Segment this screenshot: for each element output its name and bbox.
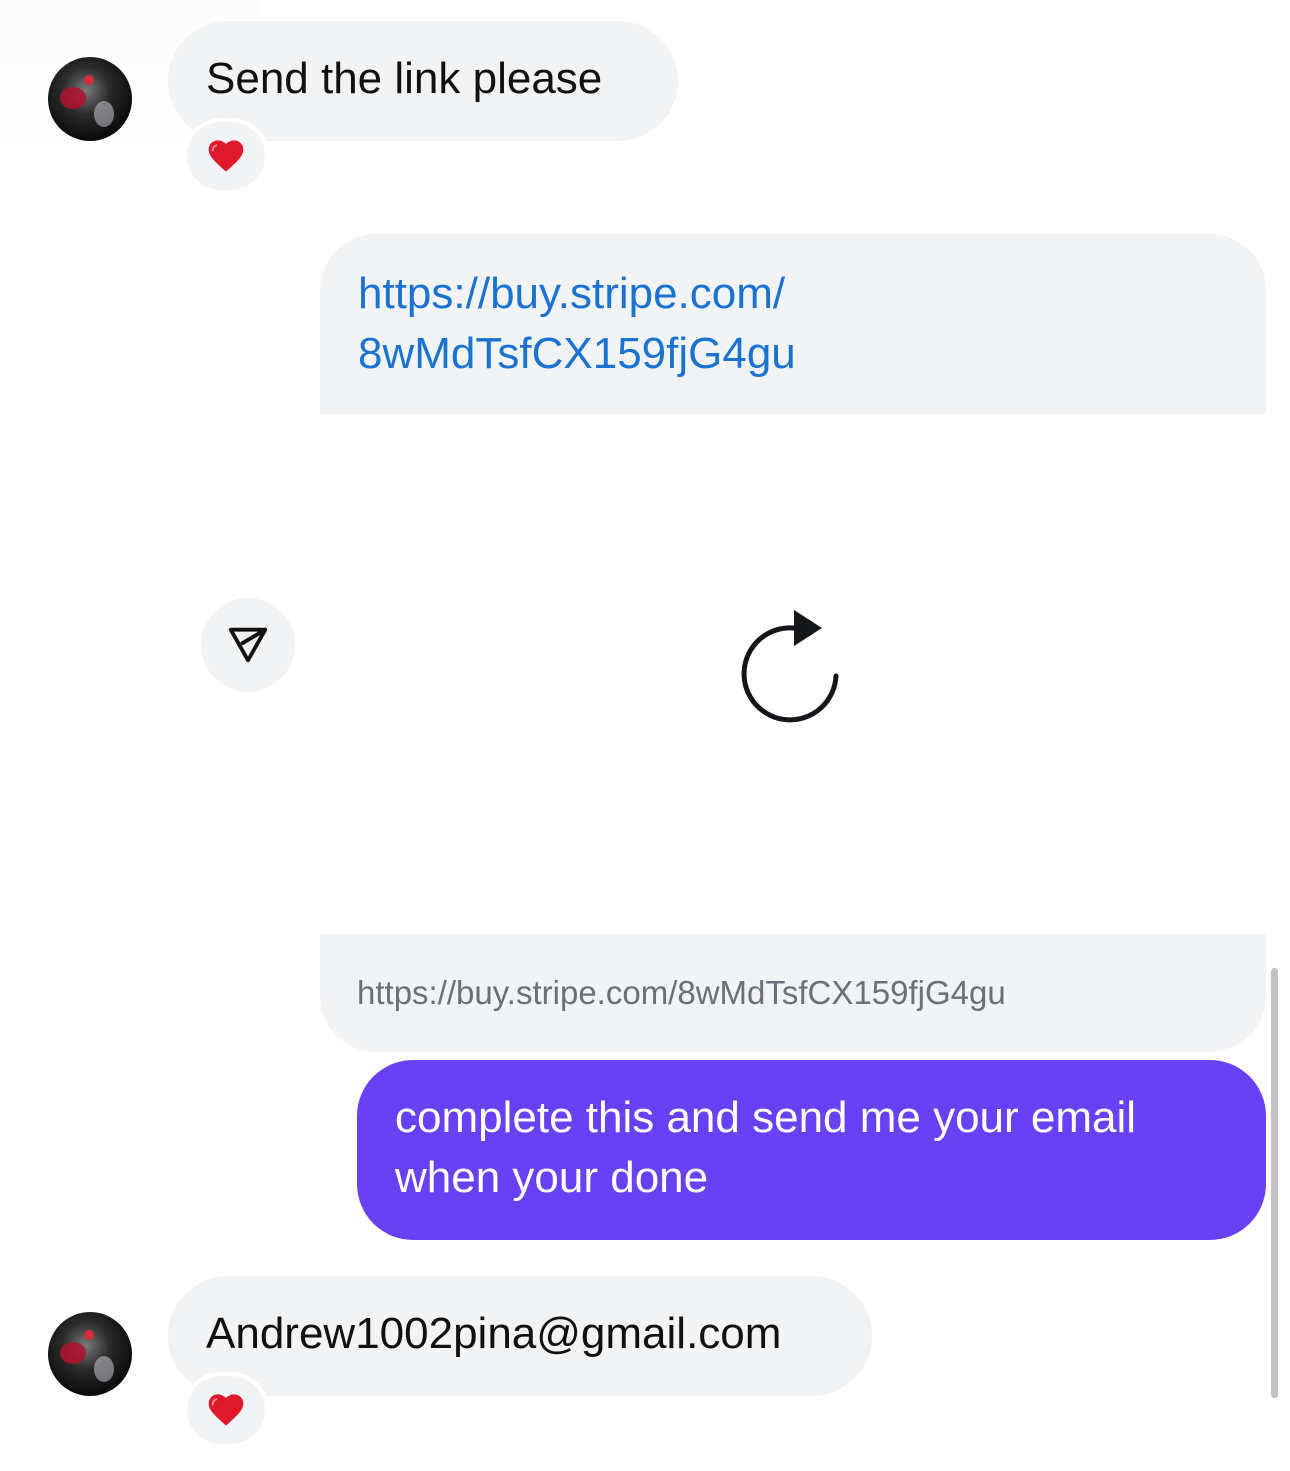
chat-thread: Send the link please https://buy.stripe.…	[0, 0, 1290, 1471]
link-line-1[interactable]: https://buy.stripe.com/	[358, 264, 1228, 324]
link-line-2[interactable]: 8wMdTsfCX159fjG4gu	[358, 324, 1228, 384]
message-line-2: when your done	[395, 1153, 709, 1202]
link-message-bubble[interactable]: https://buy.stripe.com/ 8wMdTsfCX159fjG4…	[320, 234, 1266, 414]
send-icon	[228, 627, 268, 663]
scrollbar[interactable]	[1271, 968, 1278, 1398]
incoming-message-bubble[interactable]: Andrew1002pina@gmail.com	[168, 1276, 872, 1396]
preview-url: https://buy.stripe.com/8wMdTsfCX159fjG4g…	[357, 974, 1006, 1011]
reaction-badge[interactable]	[183, 118, 269, 194]
link-preview-footer[interactable]: https://buy.stripe.com/8wMdTsfCX159fjG4g…	[320, 934, 1266, 1052]
heart-icon	[208, 1394, 244, 1426]
reaction-badge[interactable]	[183, 1372, 269, 1448]
message-text: Send the link please	[206, 54, 603, 103]
message-line-1: complete this and send me your email	[395, 1093, 1137, 1142]
avatar[interactable]	[48, 57, 132, 141]
share-button[interactable]	[201, 598, 295, 692]
message-text: Andrew1002pina@gmail.com	[206, 1309, 782, 1358]
reload-icon[interactable]	[736, 606, 848, 726]
outgoing-message-bubble[interactable]: complete this and send me your email whe…	[357, 1060, 1266, 1240]
avatar[interactable]	[48, 1312, 132, 1396]
heart-icon	[208, 140, 244, 172]
